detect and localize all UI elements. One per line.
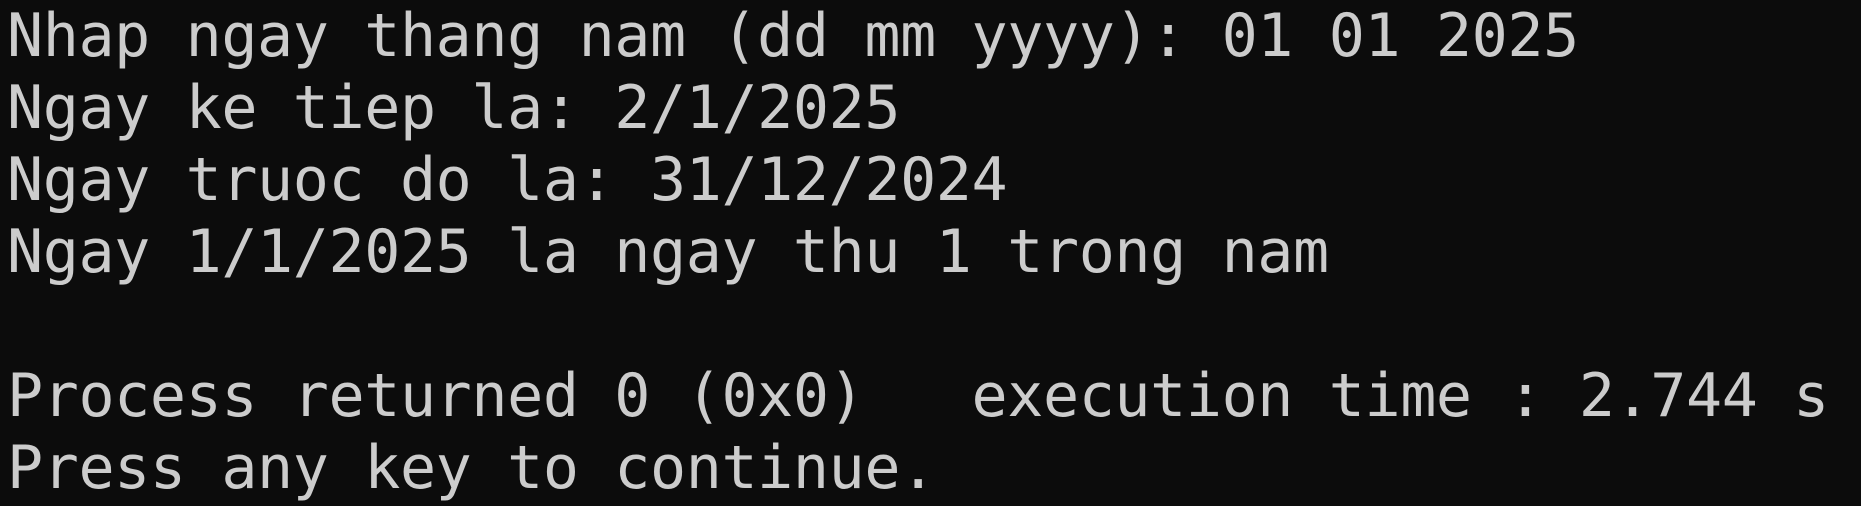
previous-day-output: Ngay truoc do la: 31/12/2024 xyxy=(7,145,1008,215)
day-of-year-output: Ngay 1/1/2025 la ngay thu 1 trong nam xyxy=(7,217,1329,287)
continue-prompt-line: Press any key to continue. xyxy=(7,433,936,503)
next-day-output: Ngay ke tiep la: 2/1/2025 xyxy=(7,73,901,143)
process-status-line: Process returned 0 (0x0) execution time … xyxy=(7,361,1829,431)
console-window[interactable]: Nhap ngay thang nam (dd mm yyyy): 01 01 … xyxy=(0,0,1861,506)
prompt-input-line: Nhap ngay thang nam (dd mm yyyy): 01 01 … xyxy=(7,1,1579,71)
